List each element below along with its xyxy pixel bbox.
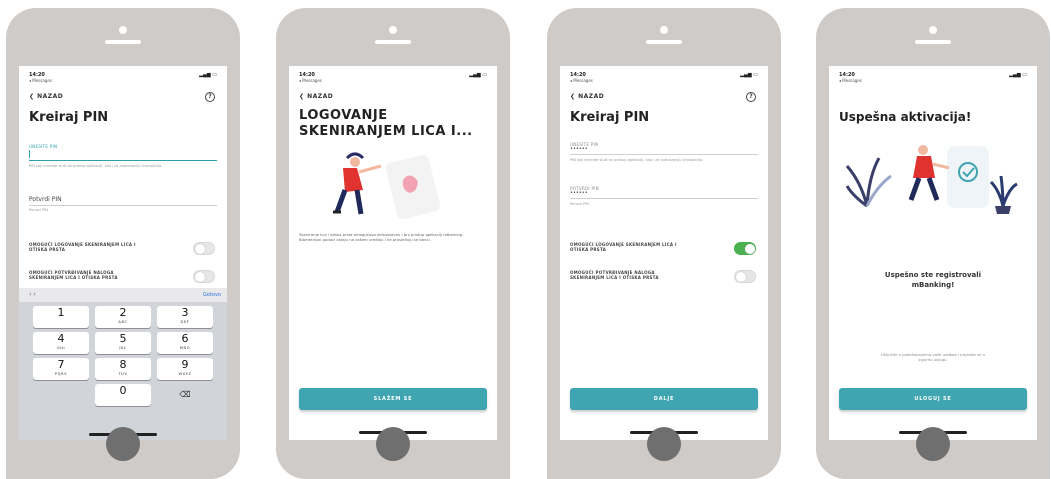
success-illustration <box>845 145 1018 214</box>
status-bar: 14:20 ◂ Messages ▂▄▆ ▭ <box>839 72 1027 83</box>
face-login-toggle[interactable] <box>193 242 215 255</box>
keyboard-arrows[interactable]: ‹ › <box>29 291 36 298</box>
face-login-label: OMOGUĆI LOGOVANJE SKENIRANJEM LICA I OTI… <box>29 242 136 252</box>
keyboard-done-button[interactable]: Gotovo <box>203 292 221 298</box>
key-5[interactable]: 5 JKL <box>95 332 151 354</box>
confirm-pin-hint: Ponovi PIN <box>29 208 48 212</box>
phone-frame-2: 14:20 ◂ Messages ▂▄▆ ▭ ❮ NAZAD LOGOVANJE… <box>276 8 510 479</box>
confirm-pin-input[interactable]: •••••• <box>570 190 588 196</box>
status-messages[interactable]: ◂ Messages <box>29 78 52 83</box>
screen-create-pin: 14:20 ◂ Messages ▂▄▆ ▭ ❮ NAZAD ? Kreiraj… <box>19 66 227 440</box>
backspace-key[interactable]: ⌫ <box>157 384 213 406</box>
key-9[interactable]: 9 WXYZ <box>157 358 213 380</box>
confirm-pin-underline <box>29 205 217 206</box>
signal-battery-icon: ▂▄▆ ▭ <box>469 72 487 78</box>
home-button[interactable] <box>106 427 140 461</box>
key-4[interactable]: 4 GHI <box>33 332 89 354</box>
page-title: Uspešna aktivacija! <box>839 110 972 124</box>
confirm-pin-hint: Ponovi PIN <box>570 202 589 206</box>
status-messages[interactable]: ◂ Messages <box>570 78 593 83</box>
page-title: Kreiraj PIN <box>29 110 109 125</box>
pin-input-underline <box>570 154 758 155</box>
phone-frame-4: 14:20 ◂ Messages ▂▄▆ ▭ Uspešna aktivacij… <box>816 8 1050 479</box>
status-messages[interactable]: ◂ Messages <box>839 78 862 83</box>
page-title-line-2: SKENIRANJEM LICA I... <box>299 124 473 139</box>
signal-battery-icon: ▂▄▆ ▭ <box>199 72 217 78</box>
status-bar: 14:20 ◂ Messages ▂▄▆ ▭ <box>570 72 758 83</box>
success-message: Uspešno ste registrovali mBanking! <box>884 271 982 289</box>
status-messages[interactable]: ◂ Messages <box>299 78 322 83</box>
signal-battery-icon: ▂▄▆ ▭ <box>1009 72 1027 78</box>
pin-input[interactable] <box>29 150 30 158</box>
pin-input-underline <box>29 160 217 161</box>
status-bar: 14:20 ◂ Messages ▂▄▆ ▭ <box>299 72 487 83</box>
numeric-keyboard: ‹ › Gotovo 1 2 ABC 3 DEF 4 GHI 5 JKL 6 MNO 7P… <box>19 288 227 440</box>
speaker <box>646 40 682 44</box>
back-button[interactable]: ❮ NAZAD <box>570 93 604 100</box>
page-title: Kreiraj PIN <box>570 110 650 125</box>
login-button[interactable]: ULOGUJ SE <box>839 388 1027 410</box>
help-icon[interactable]: ? <box>205 92 215 102</box>
signal-battery-icon: ▂▄▆ ▭ <box>740 72 758 78</box>
face-confirm-toggle[interactable] <box>193 270 215 283</box>
phone-frame-3: 14:20 ◂ Messages ▂▄▆ ▭ ❮ NAZAD ? Kreiraj… <box>547 8 781 479</box>
speaker <box>105 40 141 44</box>
face-confirm-label: OMOGUĆI POTVRĐIVANJE NALOGA SKENIRANJEM … <box>570 270 659 280</box>
key-0[interactable]: 0 <box>95 384 151 406</box>
face-login-label: OMOGUĆI LOGOVANJE SKENIRANJEM LICA I OTI… <box>570 242 677 252</box>
key-7[interactable]: 7 PQRS <box>33 358 89 380</box>
pin-hint: PIN koji kreirate služi za pristup aplik… <box>570 158 704 162</box>
back-button[interactable]: ❮ NAZAD <box>29 93 63 100</box>
pin-field-label: UNESITE PIN <box>29 144 58 149</box>
status-bar: 14:20 ◂ Messages ▂▄▆ ▭ <box>29 72 217 83</box>
next-button[interactable]: DALJE <box>570 388 758 410</box>
description-text: Skeniranje lica i otiska prsta omogućava… <box>299 232 464 243</box>
face-login-row: OMOGUĆI LOGOVANJE SKENIRANJEM LICA I OTI… <box>570 242 758 258</box>
face-confirm-row: OMOGUĆI POTVRĐIVANJE NALOGA SKENIRANJEM … <box>29 270 217 286</box>
key-8[interactable]: 8 TUV <box>95 358 151 380</box>
phone-frame-1: 14:20 ◂ Messages ▂▄▆ ▭ ❮ NAZAD ? Kreiraj… <box>6 8 240 479</box>
home-button[interactable] <box>647 427 681 461</box>
page-title-line-1: LOGOVANJE <box>299 108 388 123</box>
camera <box>660 26 668 34</box>
back-button[interactable]: ❮ NAZAD <box>299 93 333 100</box>
speaker <box>915 40 951 44</box>
key-1[interactable]: 1 <box>33 306 89 328</box>
face-login-toggle[interactable] <box>734 242 756 255</box>
face-confirm-label: OMOGUĆI POTVRĐIVANJE NALOGA SKENIRANJEM … <box>29 270 118 280</box>
pin-hint: PIN koji kreirate služi za pristup aplik… <box>29 164 163 168</box>
face-login-row: OMOGUĆI LOGOVANJE SKENIRANJEM LICA I OTI… <box>29 242 217 258</box>
face-confirm-row: OMOGUĆI POTVRĐIVANJE NALOGA SKENIRANJEM … <box>570 270 758 286</box>
confirm-pin-underline <box>570 198 758 199</box>
face-scan-illustration <box>333 152 441 220</box>
pin-input[interactable]: •••••• <box>570 146 588 152</box>
camera <box>119 26 127 34</box>
agree-button[interactable]: SLAŽEM SE <box>299 388 487 410</box>
camera <box>389 26 397 34</box>
keyboard-toolbar: ‹ › Gotovo <box>19 288 227 302</box>
help-icon[interactable]: ? <box>746 92 756 102</box>
screen-create-pin-filled: 14:20 ◂ Messages ▂▄▆ ▭ ❮ NAZAD ? Kreiraj… <box>560 66 768 440</box>
face-confirm-toggle[interactable] <box>734 270 756 283</box>
home-button[interactable] <box>916 427 950 461</box>
screen-face-login: 14:20 ◂ Messages ▂▄▆ ▭ ❮ NAZAD LOGOVANJE… <box>289 66 497 440</box>
screen-activation-success: 14:20 ◂ Messages ▂▄▆ ▭ Uspešna aktivacij… <box>829 66 1037 440</box>
key-2[interactable]: 2 ABC <box>95 306 151 328</box>
home-button[interactable] <box>376 427 410 461</box>
camera <box>929 26 937 34</box>
info-text: Uključite u podešavanjima vaše uređaja i… <box>881 352 985 362</box>
key-3[interactable]: 3 DEF <box>157 306 213 328</box>
speaker <box>375 40 411 44</box>
confirm-pin-input[interactable]: Potvrdi PIN <box>29 196 62 203</box>
key-6[interactable]: 6 MNO <box>157 332 213 354</box>
